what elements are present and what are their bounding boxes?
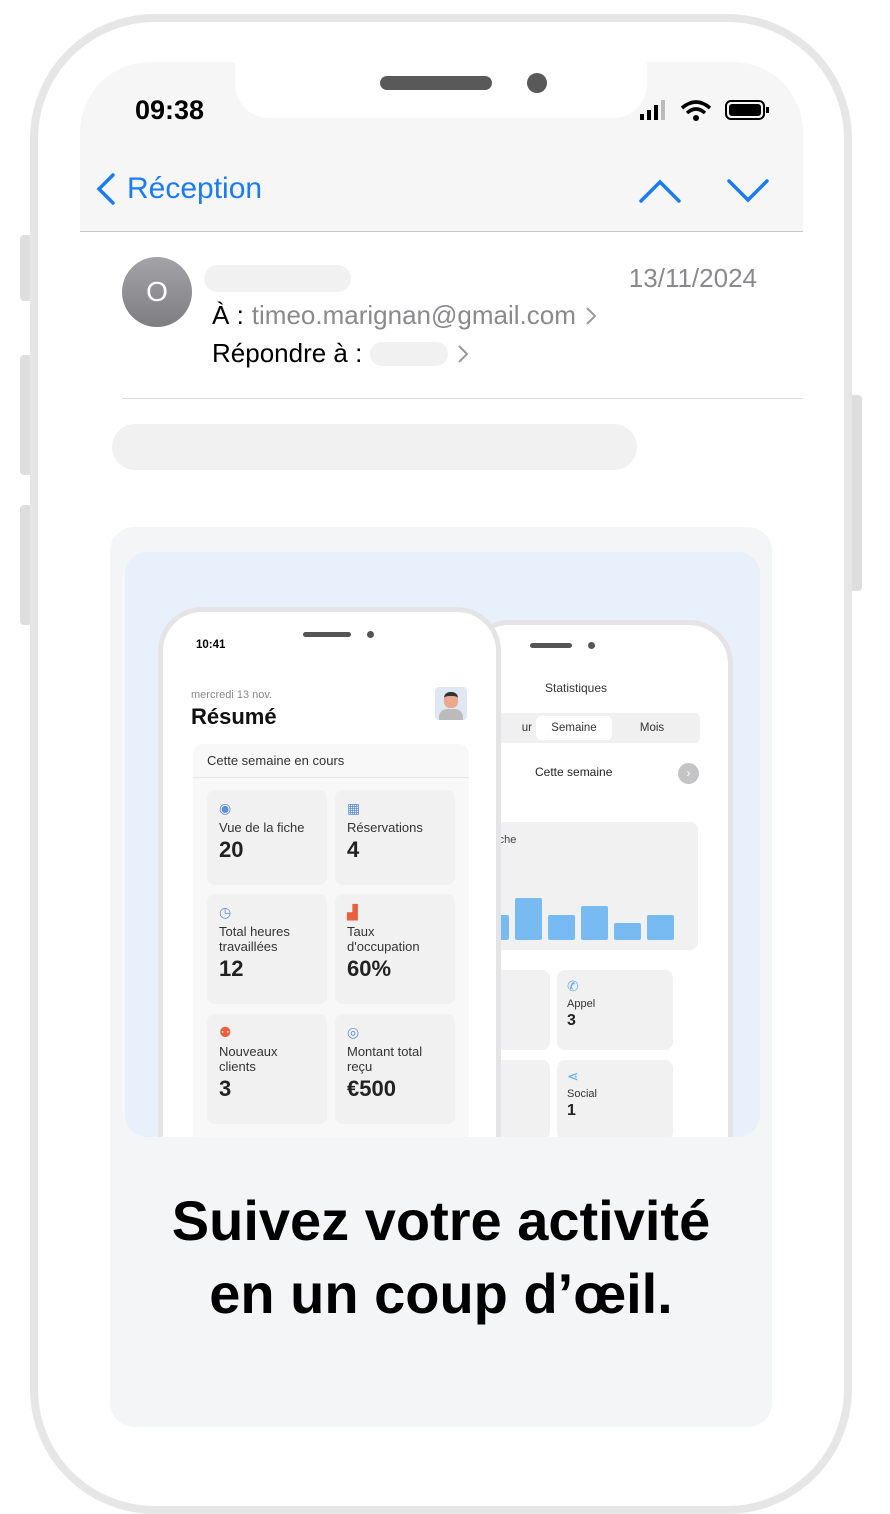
recipient-row[interactable]: À : timeo.marignan@gmail.com bbox=[212, 300, 598, 331]
to-address: timeo.marignan@gmail.com bbox=[251, 300, 576, 330]
back-label: Réception bbox=[127, 172, 263, 205]
profile-avatar[interactable] bbox=[435, 687, 467, 720]
chevron-left-icon bbox=[96, 173, 115, 205]
stat-tile[interactable]: ◷ Total heures travaillées 12 bbox=[207, 894, 327, 1004]
status-time: 09:38 bbox=[135, 95, 205, 125]
chart-bar bbox=[614, 923, 641, 940]
headline-line-1: Suivez votre activité bbox=[171, 1189, 711, 1252]
subject-redacted bbox=[112, 424, 637, 470]
tile-value: 60% bbox=[347, 956, 392, 981]
notch bbox=[235, 62, 647, 118]
chevron-right-icon bbox=[586, 306, 597, 325]
tile-label: Social bbox=[567, 1088, 597, 1100]
divider bbox=[122, 398, 803, 399]
speaker bbox=[380, 76, 492, 90]
tile-value: 3 bbox=[219, 1076, 232, 1101]
chart-bar bbox=[515, 898, 542, 940]
tile-value: 12 bbox=[219, 956, 244, 981]
summary-date: mercredi 13 nov. bbox=[191, 689, 273, 701]
stat-tile[interactable]: ◎ Montant total reçu €500 bbox=[335, 1014, 455, 1124]
add-user-icon: ⚉ bbox=[219, 1024, 232, 1040]
calendar-icon: ▦ bbox=[347, 800, 361, 816]
camera bbox=[527, 73, 547, 93]
promo-card: Statistiques ur Semaine Mois Cette semai… bbox=[110, 527, 772, 1427]
tile-label: Appel bbox=[567, 998, 596, 1010]
bar-chart-icon: ▟ bbox=[347, 904, 358, 920]
chart-bar bbox=[548, 914, 575, 940]
stat-tile[interactable]: ⚉ Nouveaux clients 3 bbox=[207, 1014, 327, 1124]
chevron-right-icon bbox=[458, 344, 469, 363]
tile-label: Montant total reçu bbox=[347, 1044, 423, 1074]
tile-label: Réservations bbox=[347, 820, 423, 835]
back-button[interactable]: Réception bbox=[95, 172, 262, 206]
chart-bar bbox=[581, 906, 608, 940]
phone-icon: ✆ bbox=[567, 978, 579, 994]
tile-label: Taux d'occupation bbox=[347, 924, 420, 954]
tile-value: 1 bbox=[567, 1102, 576, 1119]
promo-image: Statistiques ur Semaine Mois Cette semai… bbox=[125, 552, 760, 1137]
reply-to-redacted bbox=[370, 341, 449, 366]
tile-label: Vue de la fiche bbox=[219, 820, 305, 835]
views-chart: a fiche bbox=[470, 822, 698, 950]
tile-label: Total heures travaillées bbox=[219, 924, 290, 954]
reply-to-row[interactable]: Répondre à : bbox=[212, 338, 470, 369]
tile-value: €500 bbox=[347, 1076, 396, 1101]
week-summary-card: Cette semaine en cours ◉ Vue de la fiche 2… bbox=[193, 744, 469, 1137]
tile-label: Nouveaux clients bbox=[219, 1044, 278, 1074]
tab-week[interactable]: Semaine bbox=[536, 716, 612, 740]
money-icon: ◎ bbox=[347, 1024, 360, 1040]
chevron-down-icon[interactable] bbox=[726, 178, 770, 204]
sender-name-redacted bbox=[204, 265, 351, 292]
share-icon: ⋖ bbox=[567, 1068, 579, 1084]
stat-tile[interactable]: ⋖ Social 1 bbox=[557, 1060, 673, 1137]
chart-bar bbox=[647, 914, 674, 940]
sender-avatar: O bbox=[122, 257, 192, 327]
tab-month[interactable]: Mois bbox=[612, 722, 692, 734]
eye-icon: ◉ bbox=[219, 800, 232, 816]
tile-value: 4 bbox=[347, 837, 360, 862]
headline-line-2: en un coup d’œil. bbox=[209, 1262, 673, 1325]
mini-status-time: 10:41 bbox=[196, 639, 226, 651]
stat-tile[interactable]: ✆ Appel 3 bbox=[557, 970, 673, 1050]
tile-value: 3 bbox=[567, 1012, 576, 1029]
summary-phone: 10:41 mercredi 13 nov. Résumé Cette sema… bbox=[158, 607, 501, 1137]
email-date: 13/11/2024 bbox=[628, 263, 757, 293]
stats-tabs: ur Semaine Mois bbox=[470, 713, 700, 743]
to-label: À : bbox=[212, 300, 244, 330]
status-icons bbox=[640, 100, 769, 121]
summary-title: Résumé bbox=[191, 704, 277, 729]
next-period-button[interactable]: › bbox=[678, 763, 699, 784]
stats-title: Statistiques bbox=[545, 681, 608, 695]
section-title: Cette semaine en cours bbox=[207, 753, 345, 768]
stat-tile[interactable]: ▦ Réservations 4 bbox=[335, 790, 455, 885]
stats-phone: Statistiques ur Semaine Mois Cette semai… bbox=[465, 620, 733, 1137]
stat-tile[interactable]: ◉ Vue de la fiche 20 bbox=[207, 790, 327, 885]
period-label: Cette semaine bbox=[535, 765, 613, 779]
reply-to-label: Répondre à : bbox=[212, 338, 363, 368]
chevron-up-icon[interactable] bbox=[638, 178, 682, 204]
tile-value: 20 bbox=[219, 837, 244, 862]
clock-icon: ◷ bbox=[219, 904, 232, 920]
stat-tile[interactable]: ▟ Taux d'occupation 60% bbox=[335, 894, 455, 1004]
